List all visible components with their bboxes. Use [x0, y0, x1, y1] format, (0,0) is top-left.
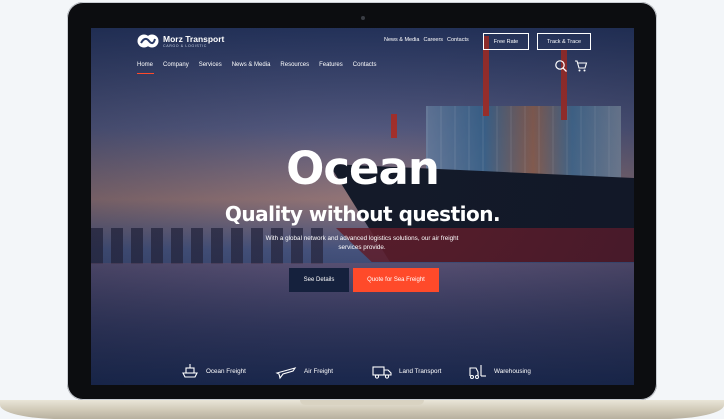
service-warehousing[interactable]: Warehousing [467, 362, 531, 380]
utility-link-contacts[interactable]: Contacts [447, 37, 469, 43]
service-label: Warehousing [494, 367, 531, 375]
cart-icon[interactable] [574, 59, 588, 73]
website-screen: Morz Transport CARGO & LOGISTIC News & M… [91, 28, 634, 385]
top-header: Morz Transport CARGO & LOGISTIC News & M… [91, 28, 634, 52]
quote-sea-freight-button[interactable]: Quote for Sea Freight [353, 268, 439, 292]
plane-icon [275, 367, 297, 380]
track-trace-button[interactable]: Track & Trace [537, 33, 591, 50]
nav-item-company[interactable]: Company [163, 62, 189, 68]
nav-item-contacts[interactable]: Contacts [353, 62, 377, 68]
ship-icon [182, 364, 198, 378]
main-nav: Home Company Services News & Media Resou… [137, 62, 386, 68]
forklift-icon [469, 365, 486, 379]
hero-subtitle: Quality without question. [224, 202, 501, 226]
see-details-button[interactable]: See Details [289, 268, 349, 292]
nav-item-resources[interactable]: Resources [280, 62, 309, 68]
webcam [361, 16, 365, 20]
service-ocean-freight[interactable]: Ocean Freight [181, 362, 246, 380]
laptop-notch [300, 400, 424, 405]
services-strip: Ocean Freight Air Freight Land Transport [91, 358, 634, 385]
utility-link-careers[interactable]: Careers [423, 37, 443, 43]
truck-icon [372, 366, 392, 379]
brand-name[interactable]: Morz Transport [163, 34, 224, 44]
active-nav-indicator [137, 73, 154, 74]
service-air-freight[interactable]: Air Freight [275, 362, 333, 380]
nav-item-news-media[interactable]: News & Media [232, 62, 271, 68]
nav-item-home[interactable]: Home [137, 62, 153, 68]
hero-title: Ocean [286, 142, 440, 195]
service-land-transport[interactable]: Land Transport [372, 362, 441, 380]
utility-link-news-media[interactable]: News & Media [384, 37, 419, 43]
utility-nav: News & Media Careers Contacts [384, 37, 469, 43]
service-label: Land Transport [399, 367, 442, 375]
service-label: Ocean Freight [206, 367, 246, 375]
nav-item-services[interactable]: Services [199, 62, 222, 68]
hero-description: With a global network and advanced logis… [265, 235, 459, 251]
free-rate-button[interactable]: Free Rate [483, 33, 529, 50]
brand-logo-icon[interactable] [137, 34, 159, 48]
service-label: Air Freight [304, 367, 334, 375]
brand-tagline: CARGO & LOGISTIC [163, 44, 207, 48]
nav-item-features[interactable]: Features [319, 62, 343, 68]
search-icon[interactable] [554, 59, 568, 73]
